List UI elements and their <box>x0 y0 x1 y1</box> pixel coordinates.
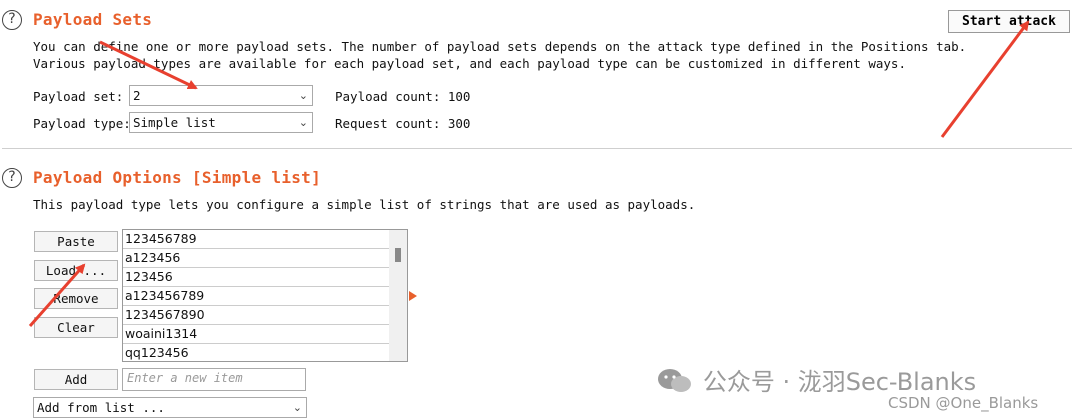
annotation-arrows <box>28 20 1030 327</box>
wechat-watermark-text: 公众号 · 泷羽Sec-Blanks <box>702 368 977 396</box>
annotation-arrow <box>940 20 1030 138</box>
annotation-arrow <box>99 40 198 90</box>
csdn-watermark: CSDN @One_Blanks <box>888 394 1039 412</box>
wechat-watermark: 公众号 · 泷羽Sec-Blanks <box>655 362 976 397</box>
wechat-icon <box>658 368 691 392</box>
annotation-arrow <box>28 263 86 327</box>
